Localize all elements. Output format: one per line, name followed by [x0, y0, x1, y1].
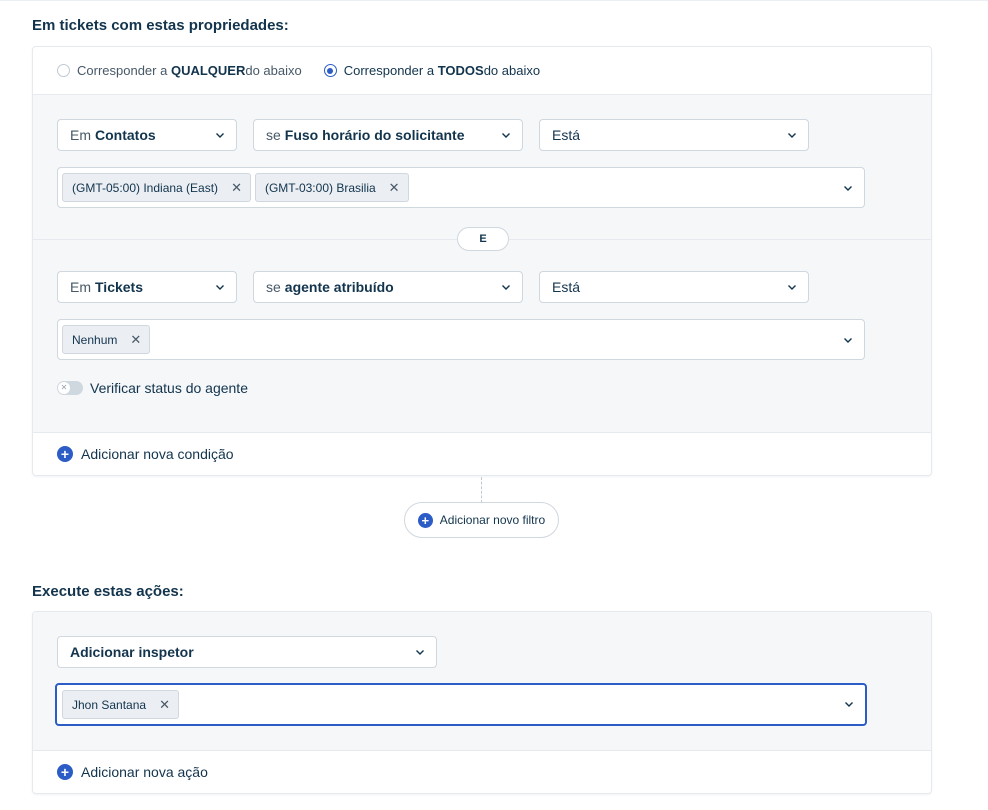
conditions-card: Corresponder a QUALQUER do abaixo Corres… — [32, 46, 932, 476]
add-condition-label: Adicionar nova condição — [81, 446, 234, 462]
close-icon: ✕ — [58, 382, 70, 394]
match-type-row: Corresponder a QUALQUER do abaixo Corres… — [33, 47, 931, 95]
match-all-label-bold: TODOS — [437, 63, 484, 78]
chevron-down-icon — [788, 285, 796, 290]
entity-prefix: Em — [70, 127, 91, 143]
condition-1-values-field[interactable]: (GMT-05:00) Indiana (East) ✕ (GMT-03:00)… — [57, 167, 865, 208]
entity-prefix: Em — [70, 279, 91, 295]
operator-value: Está — [552, 127, 581, 143]
condition-1-field-select[interactable]: se Fuso horário do solicitante — [253, 119, 523, 151]
chip-label: (GMT-05:00) Indiana (East) — [72, 180, 219, 195]
condition-2-operator-select[interactable]: Está — [539, 271, 809, 303]
action-type-select[interactable]: Adicionar inspetor — [57, 636, 437, 668]
plus-circle-icon: + — [57, 446, 73, 462]
condition-2-values-field[interactable]: Nenhum ✕ — [57, 319, 865, 360]
close-icon[interactable]: ✕ — [159, 698, 170, 711]
value-chip: (GMT-05:00) Indiana (East) ✕ — [62, 173, 251, 202]
chevron-down-icon — [788, 133, 796, 138]
match-all-label-pre: Corresponder a — [343, 63, 435, 78]
chevron-down-icon — [216, 133, 224, 138]
condition-2-entity-select[interactable]: Em Tickets — [57, 271, 237, 303]
field-prefix: se — [266, 127, 281, 143]
action-type-value: Adicionar inspetor — [70, 644, 194, 660]
chip-label: (GMT-03:00) Brasilia — [264, 180, 376, 195]
match-any-label-pre: Corresponder a — [77, 63, 168, 78]
field-value: agente atribuído — [284, 279, 394, 295]
match-all-radio[interactable] — [323, 64, 337, 77]
value-chip: Jhon Santana ✕ — [62, 690, 179, 719]
match-all-label-post: do abaixo — [483, 63, 541, 78]
match-any-label-bold: QUALQUER — [170, 63, 246, 78]
condition-1-operator-select[interactable]: Está — [539, 119, 809, 151]
entity-value: Tickets — [95, 279, 143, 295]
add-filter-label: Adicionar novo filtro — [439, 513, 546, 527]
chevron-down-icon — [844, 338, 852, 343]
close-icon[interactable]: ✕ — [231, 181, 242, 194]
match-all-option[interactable]: Corresponder a TODOS do abaixo — [323, 63, 541, 78]
add-filter-button[interactable]: + Adicionar novo filtro — [404, 502, 559, 538]
close-icon[interactable]: ✕ — [389, 181, 400, 194]
action-block: Adicionar inspetor Jhon Santana ✕ — [33, 612, 931, 750]
match-any-option[interactable]: Corresponder a QUALQUER do abaixo — [57, 63, 302, 78]
add-action-label: Adicionar nova ação — [81, 764, 208, 780]
filter-connector-line — [481, 477, 482, 503]
actions-card: Adicionar inspetor Jhon Santana ✕ + Adic… — [32, 611, 932, 794]
value-chip: Nenhum ✕ — [62, 325, 151, 354]
value-chip: (GMT-03:00) Brasilia ✕ — [254, 173, 409, 202]
field-value: Fuso horário do solicitante — [284, 127, 465, 143]
chevron-down-icon — [502, 285, 510, 290]
agent-status-toggle[interactable]: ✕ — [57, 381, 83, 395]
add-condition-button[interactable]: + Adicionar nova condição — [33, 432, 931, 475]
and-connector-badge: E — [457, 227, 509, 251]
chevron-down-icon — [845, 702, 853, 707]
chevron-down-icon — [502, 133, 510, 138]
plus-circle-icon: + — [57, 764, 73, 780]
add-action-button[interactable]: + Adicionar nova ação — [33, 750, 931, 793]
match-any-label-post: do abaixo — [245, 63, 302, 78]
chevron-down-icon — [844, 186, 852, 191]
agent-status-toggle-label: Verificar status do agente — [90, 380, 248, 396]
header-divider — [0, 0, 988, 2]
chevron-down-icon — [416, 650, 424, 655]
field-prefix: se — [266, 279, 281, 295]
match-any-radio[interactable] — [57, 64, 70, 77]
chip-label: Nenhum — [72, 332, 118, 347]
condition-1-entity-select[interactable]: Em Contatos — [57, 119, 237, 151]
agent-status-toggle-row: ✕ Verificar status do agente — [57, 380, 248, 396]
condition-groups: Em Contatos se Fuso horário do solicitan… — [33, 95, 931, 432]
chevron-down-icon — [216, 285, 224, 290]
plus-circle-icon: + — [417, 512, 433, 528]
conditions-title: Em tickets com estas propriedades: — [32, 17, 289, 34]
entity-value: Contatos — [95, 127, 156, 143]
condition-2-field-select[interactable]: se agente atribuído — [253, 271, 523, 303]
action-values-field[interactable]: Jhon Santana ✕ — [55, 683, 867, 726]
close-icon[interactable]: ✕ — [130, 333, 141, 346]
actions-title: Execute estas ações: — [32, 583, 184, 600]
chip-label: Jhon Santana — [72, 697, 147, 712]
operator-value: Está — [552, 279, 581, 295]
